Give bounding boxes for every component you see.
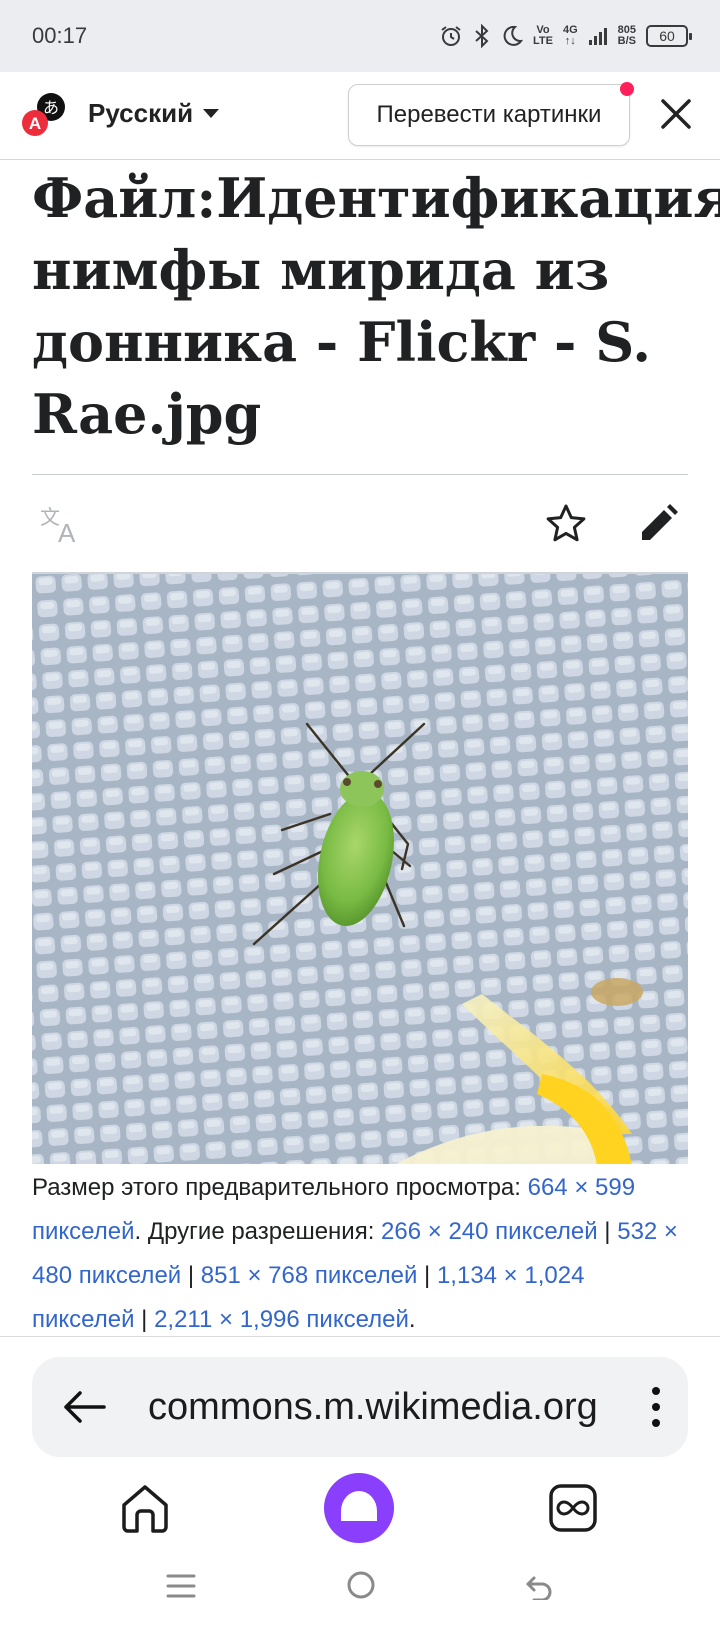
battery-level: 60 (659, 28, 675, 44)
translator-bar: あ A Русский Перевести картинки (0, 72, 720, 160)
url-value: commons.m.wikimedia.org (148, 1386, 598, 1428)
close-icon[interactable] (654, 92, 698, 136)
moon-icon (503, 25, 523, 46)
battery-icon: 60 (646, 25, 692, 47)
svg-text:文: 文 (40, 505, 60, 529)
preview-size-label: Размер этого предварительного просмотра: (32, 1174, 528, 1201)
alice-assistant-button[interactable] (324, 1473, 394, 1543)
title-divider (32, 474, 688, 475)
volte-bottom: LTE (532, 35, 553, 47)
insect-photo (32, 574, 688, 1164)
status-icons: Vo LTE 4G ↑↓ 805 B/S 60 (439, 24, 692, 48)
language-selector[interactable]: Русский (88, 98, 220, 129)
translator-logo-glyph: あ (43, 98, 59, 117)
home-icon[interactable] (118, 1481, 172, 1535)
alarm-icon (441, 26, 461, 46)
bluetooth-icon (475, 24, 489, 48)
notification-dot (620, 82, 634, 96)
status-bar: 00:17 Vo LTE 4G ↑↓ 805 B/S 60 (0, 0, 720, 72)
translator-logo-icon[interactable]: あ A (22, 92, 68, 138)
end-period: . (408, 1306, 416, 1333)
separator: | (597, 1218, 618, 1245)
resolution-link[interactable]: 851 × 768 пикселей (201, 1262, 418, 1289)
separator: | (181, 1262, 201, 1289)
translate-images-button[interactable]: Перевести картинки (348, 84, 630, 146)
system-home-icon[interactable] (346, 1570, 376, 1600)
translate-icon[interactable]: 文 A (38, 502, 86, 546)
recents-icon[interactable] (166, 1572, 196, 1600)
tabs-icon[interactable] (548, 1483, 598, 1533)
resolution-link[interactable]: 2,211 × 1,996 пикселей (154, 1306, 409, 1333)
system-nav-bar (0, 1560, 720, 1640)
net-speed: 805 B/S (618, 25, 636, 47)
net-speed-unit: B/S (617, 35, 636, 47)
translator-logo-letter: A (29, 114, 41, 133)
caret-down-icon (203, 108, 220, 118)
svg-text:A: A (58, 518, 76, 546)
resolution-link[interactable]: 266 × 240 пикселей (381, 1218, 598, 1245)
signal-icon (588, 28, 607, 45)
data-arrows-icon: ↑↓ (564, 35, 576, 47)
separator: | (134, 1306, 155, 1333)
volte-indicator: Vo LTE (533, 25, 553, 47)
more-vertical-icon[interactable] (646, 1383, 666, 1431)
network-gen: 4G ↑↓ (563, 25, 578, 47)
system-back-icon[interactable] (524, 1570, 554, 1600)
star-icon[interactable] (544, 502, 588, 546)
file-image[interactable] (32, 572, 688, 1164)
file-info: Размер этого предварительного просмотра:… (32, 1166, 692, 1342)
pencil-icon[interactable] (636, 502, 680, 546)
other-resolutions-label: . Другие разрешения: (134, 1218, 382, 1245)
alice-icon (341, 1491, 377, 1521)
separator: | (417, 1262, 437, 1289)
url-text[interactable]: commons.m.wikimedia.org (148, 1381, 648, 1433)
address-bar[interactable]: commons.m.wikimedia.org (32, 1357, 688, 1457)
page-title: Файл:Идентификация нимфы мирида из донни… (32, 166, 720, 446)
status-time: 00:17 (32, 23, 88, 48)
back-arrow-icon[interactable] (60, 1385, 108, 1429)
language-label: Русский (88, 98, 194, 128)
